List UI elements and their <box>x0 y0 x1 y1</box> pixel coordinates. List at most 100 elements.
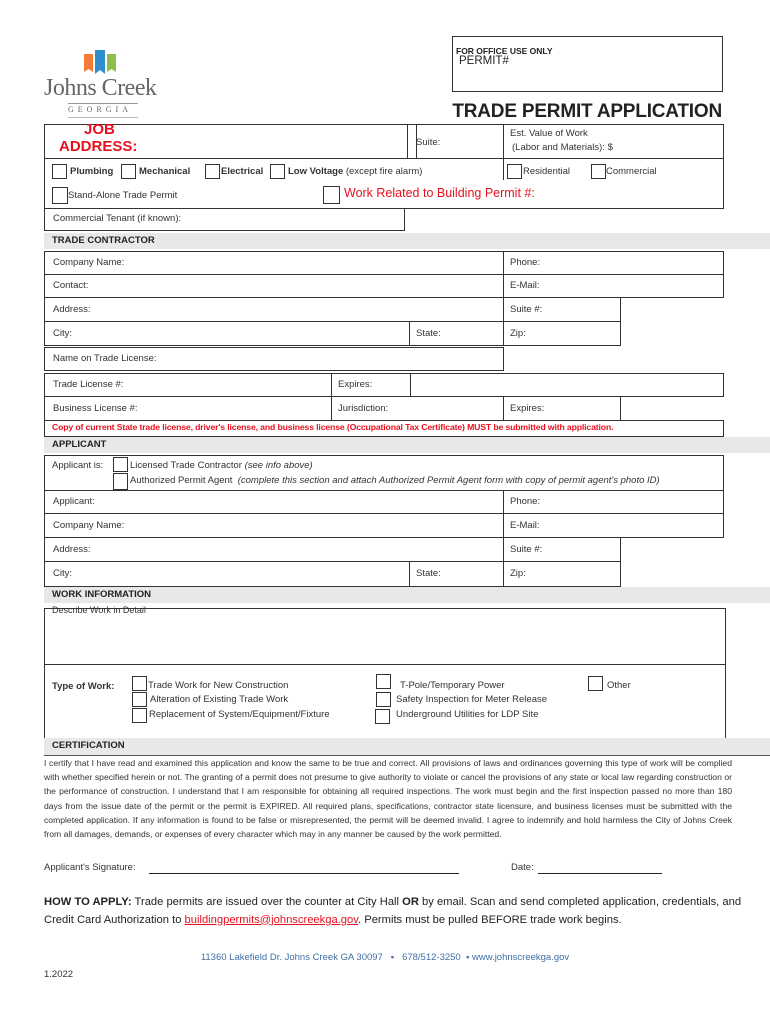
commercial-tenant-label: Commercial Tenant (if known): <box>53 213 182 224</box>
commercial-label: Commercial <box>606 166 657 177</box>
jurisdiction-label: Jurisdiction: <box>338 403 389 414</box>
est-value-label-1: Est. Value of Work <box>510 128 588 139</box>
trade-contractor-header: TRADE CONTRACTOR <box>44 233 770 249</box>
t-pole-label: T-Pole/Temporary Power <box>400 680 505 691</box>
residential-label: Residential <box>523 166 570 177</box>
applicant-phone-label: Phone: <box>510 496 541 507</box>
applicant-email-label: E-Mail: <box>510 520 540 531</box>
authorized-agent-label: Authorized Permit Agent (complete this s… <box>130 475 660 486</box>
commercial-checkbox[interactable] <box>591 164 606 179</box>
plumbing-label: Plumbing <box>70 166 114 177</box>
tc-suite-label: Suite #: <box>510 304 543 315</box>
applicant-header: APPLICANT <box>44 437 770 453</box>
low-voltage-note: (except fire alarm) <box>345 166 423 177</box>
tc-state-label: State: <box>416 328 441 339</box>
footer-contact: 11360 Lakefield Dr. Johns Creek GA 30097… <box>0 952 770 963</box>
applicant-address-label: Address: <box>53 544 91 555</box>
plumbing-checkbox[interactable] <box>52 164 67 179</box>
page-title: TRADE PERMIT APPLICATION <box>452 101 722 122</box>
other-checkbox[interactable] <box>588 676 603 691</box>
describe-work-label: Describe Work in Detail <box>52 605 146 615</box>
footer-address: 11360 Lakefield Dr. Johns Creek GA 30097 <box>200 952 383 963</box>
work-related-label: Work Related to Building Permit #: <box>344 186 535 200</box>
alteration-checkbox[interactable] <box>132 692 147 707</box>
how-to-apply-or: OR <box>402 896 419 908</box>
business-license-expires-label: Expires: <box>510 403 545 414</box>
t-pole-checkbox[interactable] <box>376 674 391 689</box>
licensed-contractor-label: Licensed Trade Contractor (see info abov… <box>130 460 313 471</box>
low-voltage-title: Low Voltage <box>288 166 344 177</box>
trade-license-expires-label: Expires: <box>338 379 373 390</box>
email-link[interactable]: buildingpermits@johnscreekga.gov <box>185 914 358 926</box>
underground-utilities-checkbox[interactable] <box>375 709 390 724</box>
bullet-icon: ▪ <box>465 952 470 963</box>
licensed-contractor-text: Licensed Trade Contractor <box>130 460 242 471</box>
standalone-label: Stand-Alone Trade Permit <box>68 190 178 201</box>
mechanical-checkbox[interactable] <box>121 164 136 179</box>
certification-text: I certify that I have read and examined … <box>44 758 732 840</box>
signature-label: Applicant's Signature: <box>44 862 136 873</box>
how-to-apply-text-1: Trade permits are issued over the counte… <box>131 896 403 908</box>
applicant-city-label: City: <box>53 568 72 579</box>
alteration-label: Alteration of Existing Trade Work <box>150 694 289 705</box>
licensed-contractor-checkbox[interactable] <box>113 457 128 472</box>
tc-company-label: Company Name: <box>53 257 125 268</box>
applicant-city-field[interactable] <box>44 561 410 587</box>
job-label: JOB <box>84 121 115 138</box>
tc-phone-label: Phone: <box>510 257 541 268</box>
electrical-label: Electrical <box>221 166 264 177</box>
tc-address-label: Address: <box>53 304 91 315</box>
type-of-work-label: Type of Work: <box>52 681 115 692</box>
underground-utilities-label: Underground Utilities for LDP Site <box>396 709 539 720</box>
safety-inspection-checkbox[interactable] <box>376 692 391 707</box>
tc-contact-label: Contact: <box>53 280 89 291</box>
applicant-name-field[interactable] <box>44 490 504 514</box>
tc-city-label: City: <box>53 328 72 339</box>
replacement-label: Replacement of System/Equipment/Fixture <box>149 709 330 720</box>
business-license-label: Business License #: <box>53 403 138 414</box>
applicant-suite-label: Suite #: <box>510 544 543 555</box>
new-construction-checkbox[interactable] <box>132 676 147 691</box>
address-label: ADDRESS: <box>59 138 138 155</box>
trade-license-label: Trade License #: <box>53 379 124 390</box>
footer-phone: 678/512-3250 <box>402 952 461 963</box>
applicant-address-field[interactable] <box>44 537 504 562</box>
mechanical-label: Mechanical <box>139 166 191 177</box>
residential-checkbox[interactable] <box>507 164 522 179</box>
electrical-checkbox[interactable] <box>205 164 220 179</box>
authorized-agent-text: Authorized Permit Agent <box>130 475 233 486</box>
applicant-name-label: Applicant: <box>53 496 95 507</box>
logo-state: GEORGIA <box>68 105 132 114</box>
standalone-checkbox[interactable] <box>52 187 68 204</box>
work-related-checkbox[interactable] <box>323 186 340 204</box>
how-to-apply-lead: HOW TO APPLY: <box>44 896 132 908</box>
date-line[interactable] <box>538 873 662 874</box>
low-voltage-label: Low Voltage (except fire alarm) <box>288 166 422 177</box>
footer-website[interactable]: www.johnscreekga.gov <box>472 952 569 963</box>
permit-number-field[interactable]: PERMIT# <box>459 55 509 67</box>
low-voltage-checkbox[interactable] <box>270 164 285 179</box>
safety-inspection-label: Safety Inspection for Meter Release <box>396 694 548 705</box>
how-to-apply: HOW TO APPLY: Trade permits are issued o… <box>44 894 744 929</box>
form-version: 1.2022 <box>44 969 74 980</box>
replacement-checkbox[interactable] <box>132 708 147 723</box>
tc-address-field[interactable] <box>44 297 504 322</box>
logo: Johns Creek GEORGIA <box>44 48 164 123</box>
applicant-state-label: State: <box>416 568 441 579</box>
describe-work-field[interactable] <box>44 608 726 665</box>
name-on-license-label: Name on Trade License: <box>53 353 157 364</box>
date-label: Date: <box>511 862 534 873</box>
authorized-agent-note: (complete this section and attach Author… <box>237 475 660 486</box>
trade-license-expires-field[interactable] <box>410 373 724 397</box>
authorized-agent-checkbox[interactable] <box>113 473 128 490</box>
tc-email-label: E-Mail: <box>510 280 540 291</box>
how-to-apply-text-3: . Permits must be pulled BEFORE trade wo… <box>358 913 622 926</box>
applicant-is-label: Applicant is: <box>52 460 104 471</box>
tc-contact-field[interactable] <box>44 274 504 298</box>
signature-line[interactable] <box>149 873 459 874</box>
certification-header: CERTIFICATION <box>44 738 770 756</box>
logo-name: Johns Creek <box>44 75 157 101</box>
license-notice-text: Copy of current State trade license, dri… <box>52 422 614 432</box>
tc-city-field[interactable] <box>44 321 410 346</box>
applicant-company-label: Company Name: <box>53 520 125 531</box>
